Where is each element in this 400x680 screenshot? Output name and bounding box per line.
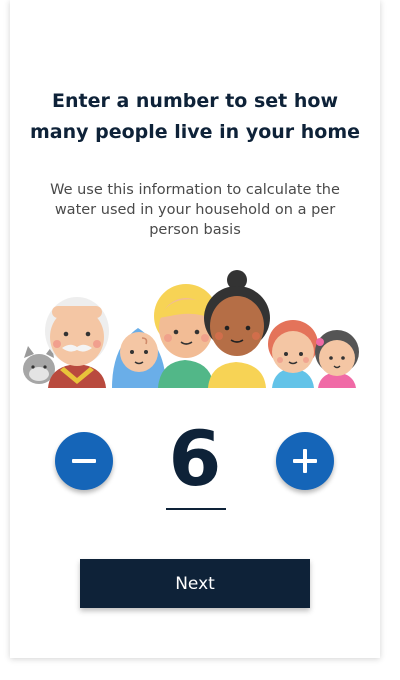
increment-button[interactable] [276,432,334,490]
page-description: We use this information to calculate the… [0,180,390,240]
minus-icon [72,459,96,463]
next-button[interactable]: Next [80,559,310,608]
cat-figure [23,346,55,384]
woman-with-bun-figure [204,270,270,388]
title-line-1: Enter a number to set how [52,90,338,112]
description-line-3: person basis [149,222,241,238]
decrement-button[interactable] [55,432,113,490]
grandpa-figure [45,297,109,388]
description-line-2: water used in your household on a per [54,202,336,218]
household-people-illustration [23,270,359,388]
girl-figure [315,330,359,388]
blonde-person-figure [154,284,218,388]
people-count-value[interactable]: 6 [140,414,250,504]
plus-icon [293,449,317,473]
count-underline [166,508,226,510]
title-line-2: many people live in your home [29,121,361,143]
redhead-child-figure [268,320,318,388]
baby-figure [112,328,166,388]
page-title: Enter a number to set how many people li… [0,86,390,148]
description-line-1: We use this information to calculate the [50,182,340,198]
